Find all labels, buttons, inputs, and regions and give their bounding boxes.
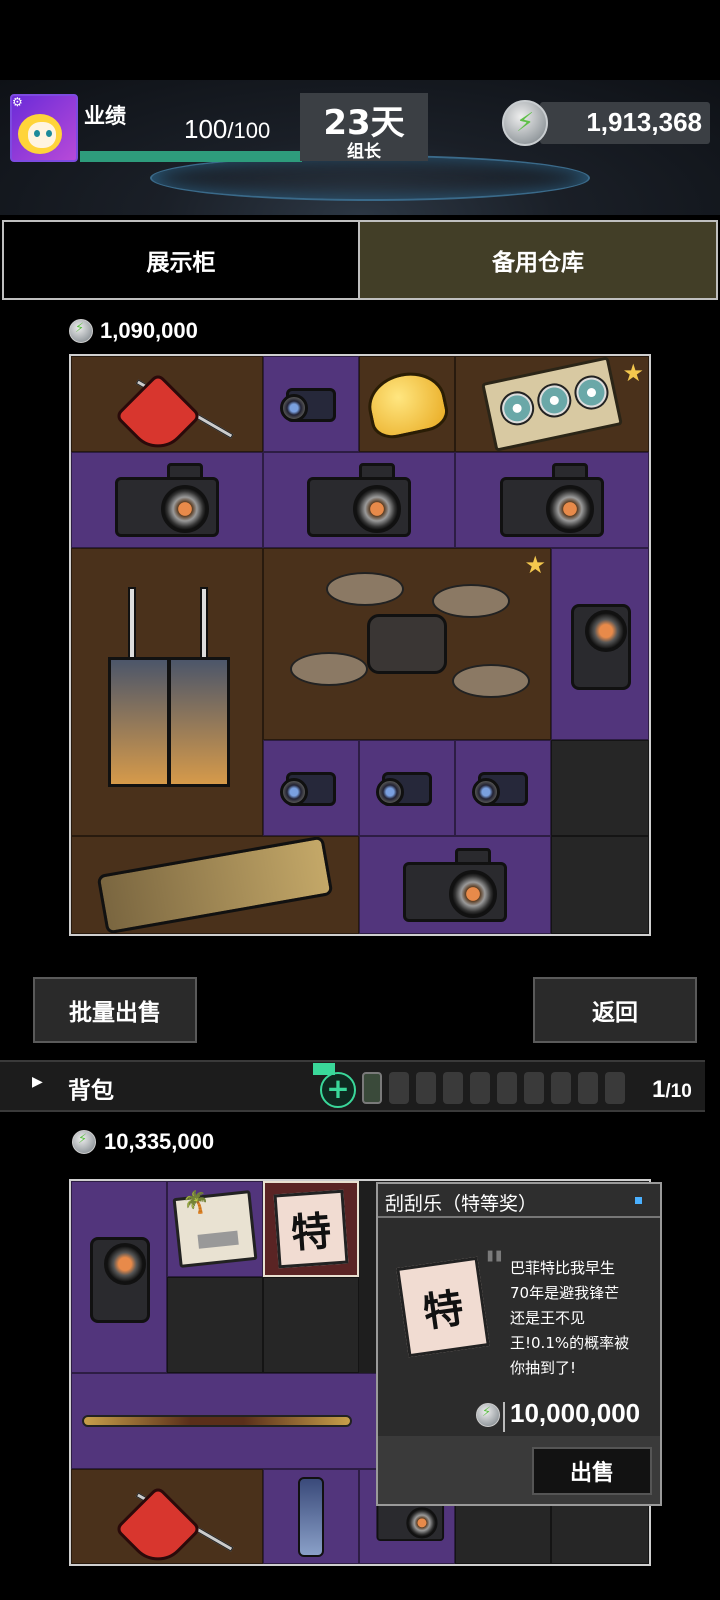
battery-slot xyxy=(524,1072,544,1104)
item-camcorder[interactable] xyxy=(551,548,649,740)
item-overalls[interactable] xyxy=(71,548,263,836)
tooltip-price: 10,000,000 xyxy=(510,1398,641,1428)
plus-icon[interactable]: + xyxy=(320,1072,356,1108)
coin-icon xyxy=(69,319,93,343)
gear-icon[interactable]: ⚙ xyxy=(12,95,23,109)
star-icon: ★ xyxy=(622,359,644,387)
warehouse-value: 1,090,000 xyxy=(100,318,198,343)
empty-slot[interactable] xyxy=(551,740,649,836)
item-gold-phone[interactable] xyxy=(71,836,359,934)
coin-icon xyxy=(72,1130,96,1154)
triangle-right-icon[interactable]: ▶ xyxy=(32,1074,43,1090)
divider xyxy=(503,1402,505,1432)
item-sword-figure[interactable] xyxy=(263,1469,359,1564)
battery-slot xyxy=(389,1072,409,1104)
item-drone[interactable]: ★ xyxy=(263,548,551,740)
battery-slot xyxy=(443,1072,463,1104)
bag-label: 背包 xyxy=(68,1078,114,1104)
item-cassette[interactable]: ★ xyxy=(455,356,649,452)
tooltip-item-image: 特 xyxy=(396,1256,490,1358)
sell-button[interactable]: 出售 xyxy=(532,1447,652,1495)
rarity-dot-icon xyxy=(635,1197,642,1204)
performance-label: 业绩 xyxy=(84,104,126,128)
tooltip-description: 巴菲特比我早生 70年是避我锋芒 还是王不见 王!0.1%的概率被 你抽到了! xyxy=(510,1259,630,1377)
performance-progress-bar xyxy=(80,151,302,162)
coin-icon xyxy=(476,1403,500,1427)
battery-slot xyxy=(470,1072,490,1104)
rank-label: 组长 xyxy=(347,142,381,162)
item-camera[interactable] xyxy=(263,452,455,548)
item-lottery-ticket[interactable]: 🌴 xyxy=(167,1181,263,1277)
star-icon: ★ xyxy=(524,551,546,579)
battery-slot xyxy=(605,1072,625,1104)
flag-icon xyxy=(313,1063,335,1075)
battery-slot xyxy=(551,1072,571,1104)
item-scope[interactable] xyxy=(455,740,551,836)
slot-count: 1/10 xyxy=(652,1076,692,1103)
battery-slots xyxy=(362,1072,625,1104)
item-ruby-mop[interactable] xyxy=(71,1469,263,1564)
item-scratch-card-grand-prize[interactable]: 特 xyxy=(263,1181,359,1277)
tab-backup-warehouse[interactable]: 备用仓库 xyxy=(360,220,718,300)
battery-icon xyxy=(362,1072,382,1104)
warehouse-grid: ★ ★ xyxy=(69,354,651,936)
battery-slot xyxy=(578,1072,598,1104)
battery-slot xyxy=(497,1072,517,1104)
item-cheese[interactable] xyxy=(359,356,455,452)
empty-slot[interactable] xyxy=(551,836,649,934)
item-scope[interactable] xyxy=(263,740,359,836)
tab-display-cabinet[interactable]: 展示柜 xyxy=(2,220,360,300)
back-button[interactable]: 返回 xyxy=(533,977,697,1043)
item-ruby-mop[interactable] xyxy=(71,356,263,452)
item-camcorder[interactable] xyxy=(71,1181,167,1373)
item-scope[interactable] xyxy=(263,356,359,452)
tooltip-title: 刮刮乐（特等奖） xyxy=(385,1193,538,1215)
item-scope[interactable] xyxy=(359,740,455,836)
item-camera[interactable] xyxy=(359,836,551,934)
empty-slot[interactable] xyxy=(167,1277,263,1373)
bag-value: 10,335,000 xyxy=(104,1129,215,1154)
item-camera[interactable] xyxy=(71,452,263,548)
quote-icon: " xyxy=(484,1244,505,1290)
empty-slot[interactable] xyxy=(263,1277,359,1373)
item-camera[interactable] xyxy=(455,452,649,548)
bulk-sell-button[interactable]: 批量出售 xyxy=(33,977,197,1043)
performance-value: 100/100 xyxy=(184,114,271,144)
money-value: 1,913,368 xyxy=(586,107,702,137)
battery-slot xyxy=(416,1072,436,1104)
